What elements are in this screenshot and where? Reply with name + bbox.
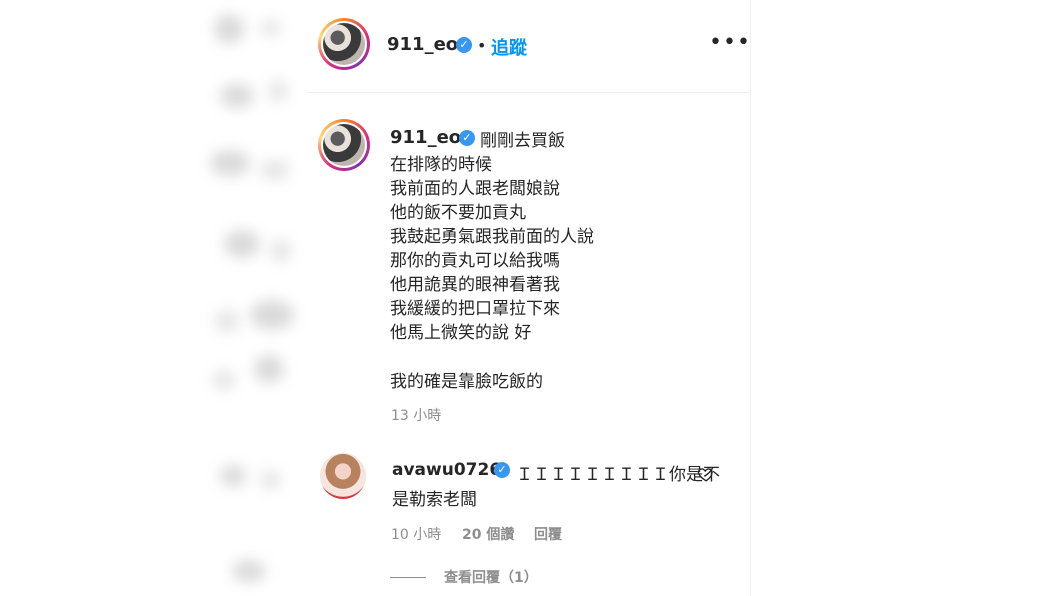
commenter-avatar[interactable] <box>320 453 366 499</box>
header-username[interactable]: 911_eo <box>387 34 458 55</box>
verified-badge-icon: ✓ <box>494 462 510 478</box>
view-replies-button[interactable]: 查看回覆（1） <box>444 567 538 587</box>
comment-text-continued: 是勒索老闆 <box>392 490 477 510</box>
verified-badge-icon: ✓ <box>459 130 475 146</box>
caption-line: 我的確是靠臉吃飯的 <box>390 372 543 392</box>
follow-button[interactable]: 追蹤 <box>491 34 527 60</box>
caption-line: 那你的貢丸可以給我嗎 <box>390 251 560 271</box>
caption-username[interactable]: 911_eo <box>390 127 461 148</box>
reply-button[interactable]: 回覆 <box>534 524 562 544</box>
commenter-username[interactable]: avawu0726 <box>392 460 501 480</box>
caption-line: 他的飯不要加貢丸 <box>390 203 526 223</box>
heart-icon[interactable] <box>697 465 715 483</box>
caption-line: 我鼓起勇氣跟我前面的人說 <box>390 227 594 247</box>
verified-badge-icon: ✓ <box>456 37 472 53</box>
post-timestamp[interactable]: 13 小時 <box>391 405 441 425</box>
post-header <box>308 0 750 93</box>
caption-line: 我緩緩的把口罩拉下來 <box>390 299 560 319</box>
comment-timestamp[interactable]: 10 小時 <box>391 524 441 544</box>
comment-likes[interactable]: 20 個讚 <box>462 524 514 544</box>
panel-divider <box>750 0 751 596</box>
header-avatar[interactable] <box>318 18 370 70</box>
caption-line: 他用詭異的眼神看著我 <box>390 275 560 295</box>
caption-line: 他馬上微笑的說 好 <box>390 323 532 343</box>
more-options-icon[interactable]: ••• <box>709 30 751 55</box>
caption-line: 在排隊的時候 <box>390 155 492 175</box>
caption-avatar[interactable] <box>318 119 370 171</box>
blurred-background <box>190 0 308 596</box>
caption-text-first: 剛剛去買飯 <box>480 131 565 151</box>
replies-divider <box>390 577 426 578</box>
comment-text: ＩＩＩＩＩＩＩＩＩ你是不 <box>516 465 720 485</box>
caption-line: 我前面的人跟老闆娘說 <box>390 179 560 199</box>
separator-dot: • <box>477 36 487 55</box>
